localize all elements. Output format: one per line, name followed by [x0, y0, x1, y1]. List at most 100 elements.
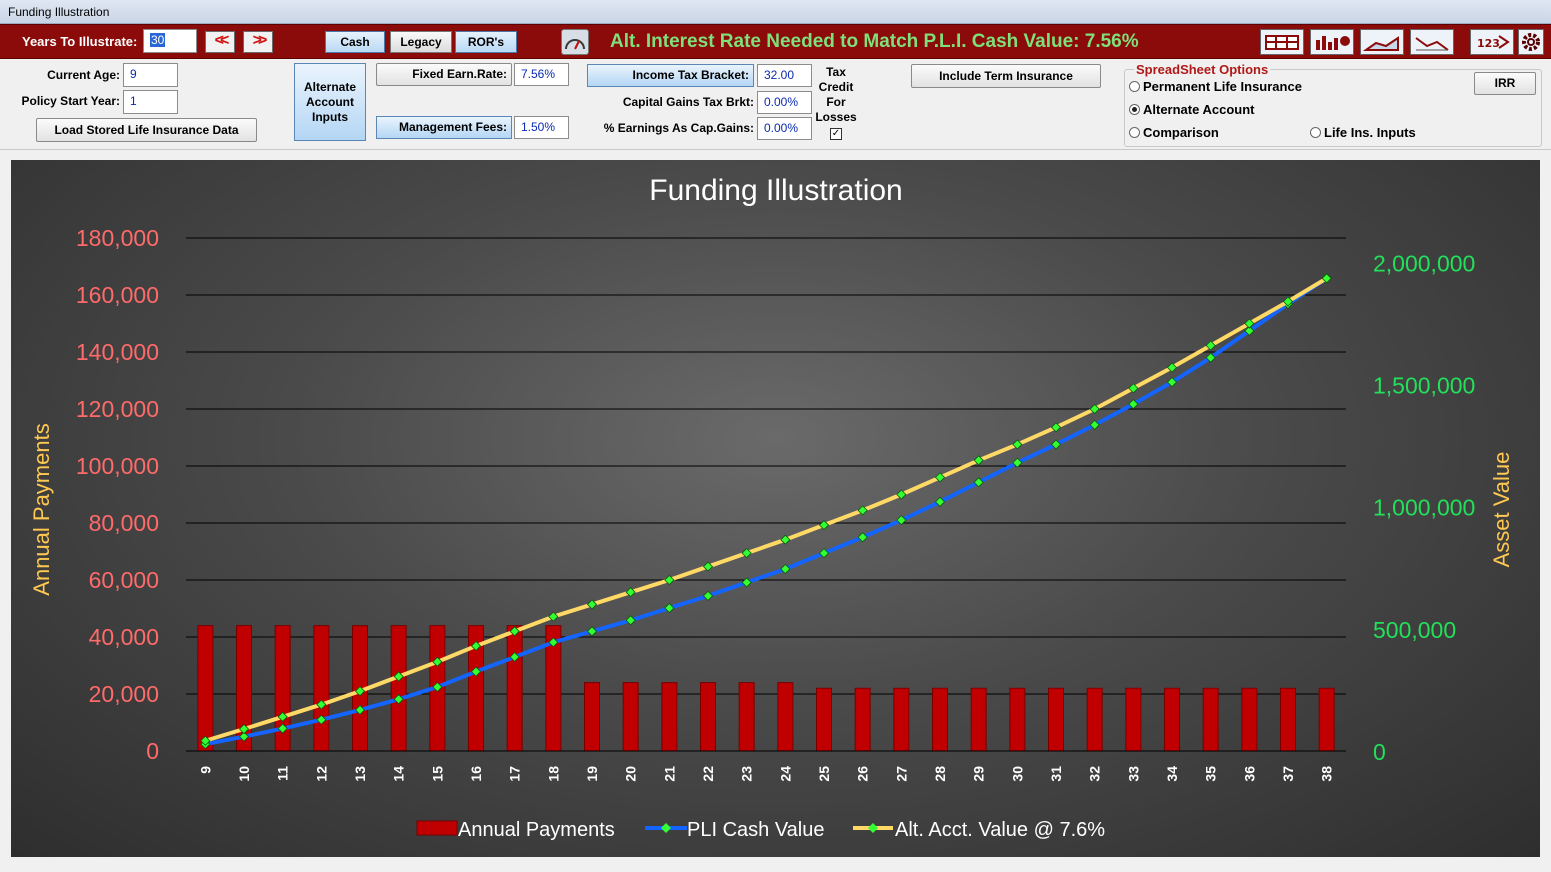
income-tax-bracket-input[interactable]: 32.00	[757, 64, 812, 87]
capital-gains-tax-input[interactable]: 0.00%	[757, 91, 812, 114]
left-axis-tick-label: 180,000	[76, 225, 159, 251]
annual-payment-bar	[932, 687, 948, 752]
radio-alternate-account[interactable]: Alternate Account	[1129, 102, 1254, 117]
gauge-icon-button[interactable]	[561, 29, 589, 55]
annual-payment-bar	[197, 625, 214, 752]
input-panel: Current Age: 9 Policy Start Year: 1 Load…	[0, 60, 1551, 150]
years-to-illustrate-input[interactable]: 30	[143, 29, 197, 53]
x-axis-tick-label: 25	[816, 766, 832, 782]
management-fees-button[interactable]: Management Fees:	[376, 116, 512, 139]
right-axis-tick-label: 1,000,000	[1373, 495, 1475, 521]
x-axis-tick-label: 26	[855, 766, 871, 782]
annual-payment-bar	[390, 625, 407, 752]
radio-selected-icon	[1129, 104, 1140, 115]
annual-payment-bar	[777, 682, 794, 752]
policy-start-year-input[interactable]: 1	[123, 90, 178, 114]
annual-payment-bar	[1280, 687, 1296, 752]
line-chart-view-button[interactable]	[1410, 29, 1454, 55]
cash-button[interactable]: Cash	[325, 31, 385, 53]
left-axis-title: Annual Payments	[29, 423, 54, 595]
number-format-button[interactable]: 123	[1470, 29, 1514, 55]
tax-credit-checkbox[interactable]: ✓	[830, 128, 842, 140]
x-axis-tick-label: 38	[1319, 766, 1335, 782]
legacy-button[interactable]: Legacy	[390, 31, 452, 53]
legend-label: PLI Cash Value	[687, 819, 825, 841]
x-axis-tick-label: 12	[313, 766, 329, 782]
gear-icon	[1522, 33, 1540, 51]
current-age-input[interactable]: 9	[123, 63, 178, 87]
fixed-earn-rate-input[interactable]: 7.56%	[514, 63, 569, 86]
left-axis-tick-label: 20,000	[89, 681, 159, 707]
left-axis-tick-label: 160,000	[76, 282, 159, 308]
x-axis-tick-label: 13	[352, 766, 368, 782]
x-axis-tick-label: 30	[1009, 766, 1025, 782]
annual-payment-bar	[313, 625, 330, 752]
spreadsheet-view-button[interactable]	[1260, 29, 1304, 55]
x-axis-tick-label: 9	[197, 766, 213, 774]
area-chart-icon	[1362, 36, 1399, 51]
right-axis-tick-label: 2,000,000	[1373, 250, 1475, 276]
left-axis-tick-label: 60,000	[89, 567, 159, 593]
years-decrease-button[interactable]: <<	[205, 31, 235, 53]
years-to-illustrate-label: Years To Illustrate:	[22, 34, 138, 49]
radio-permanent-life-insurance[interactable]: Permanent Life Insurance	[1129, 79, 1302, 94]
tax-credit-label: Tax Credit For Losses	[815, 65, 857, 124]
alt-interest-rate-text: Alt. Interest Rate Needed to Match P.L.I…	[610, 31, 1139, 52]
top-control-bar: Years To Illustrate: 30 << >> Cash Legac…	[0, 24, 1551, 59]
include-term-insurance-button[interactable]: Include Term Insurance	[911, 64, 1101, 88]
legend-pli-marker	[661, 823, 671, 833]
bar-chart-icon	[1316, 36, 1350, 50]
x-axis-tick-label: 28	[932, 766, 948, 782]
x-axis-tick-label: 34	[1164, 766, 1180, 782]
legend-bar-swatch	[416, 820, 458, 836]
rors-button[interactable]: ROR's	[455, 31, 517, 53]
chart-title: Funding Illustration	[649, 174, 902, 207]
line-chart-icon	[1415, 37, 1449, 51]
funding-chart-area: Funding Illustration 0 20,000 40,000 60,000 8…	[11, 160, 1540, 857]
management-fees-input[interactable]: 1.50%	[514, 116, 569, 139]
fixed-earn-rate-button[interactable]: Fixed Earn.Rate:	[376, 63, 512, 86]
right-axis-tick-label: 0	[1373, 739, 1386, 765]
window-title-bar: Funding Illustration	[0, 0, 1551, 24]
income-tax-bracket-button[interactable]: Income Tax Bracket:	[587, 64, 754, 87]
gauge-icon	[565, 39, 585, 50]
radio-life-ins-inputs[interactable]: Life Ins. Inputs	[1310, 125, 1416, 140]
policy-start-year-label: Policy Start Year:	[21, 94, 121, 108]
legend-label: Alt. Acct. Value @ 7.6%	[895, 819, 1105, 841]
x-axis-tick-label: 20	[623, 766, 639, 782]
annual-payment-bar	[1009, 687, 1026, 752]
radio-icon	[1129, 81, 1140, 92]
right-axis-tick-label: 500,000	[1373, 617, 1456, 643]
radio-comparison[interactable]: Comparison	[1129, 125, 1219, 140]
annual-payment-bar	[661, 682, 678, 752]
years-increase-button[interactable]: >>	[243, 31, 273, 53]
x-axis-tick-label: 27	[893, 766, 909, 782]
annual-payment-bar	[893, 687, 910, 752]
area-chart-view-button[interactable]	[1360, 29, 1404, 55]
x-axis-tick-label: 24	[777, 766, 793, 782]
capital-gains-tax-label: Capital Gains Tax Brkt:	[622, 95, 754, 109]
bar-chart-view-button[interactable]	[1310, 29, 1354, 55]
pli-cash-value-line	[204, 276, 1328, 747]
annual-payment-bar	[1048, 687, 1064, 752]
pli-cash-value-marker	[625, 615, 636, 626]
alternate-account-inputs-button[interactable]: Alternate Account Inputs	[294, 63, 366, 141]
pli-cash-value-marker	[586, 626, 598, 637]
irr-button[interactable]: IRR	[1474, 72, 1536, 95]
settings-button[interactable]	[1518, 29, 1544, 55]
tax-credit-group: Tax Credit For Losses ✓	[812, 65, 860, 140]
x-axis-tick-label: 23	[739, 766, 755, 782]
svg-text:123: 123	[1477, 37, 1500, 50]
annual-payment-bar	[738, 682, 755, 752]
load-stored-life-insurance-button[interactable]: Load Stored Life Insurance Data	[36, 118, 257, 142]
x-axis-tick-label: 17	[507, 766, 523, 782]
earnings-cap-gains-input[interactable]: 0.00%	[757, 117, 812, 140]
annual-payment-bar	[970, 687, 987, 752]
x-axis-tick-label: 10	[236, 766, 252, 782]
annual-payment-bar	[1086, 687, 1103, 752]
annual-payment-bar	[506, 625, 523, 752]
annual-payment-bar	[1241, 687, 1258, 752]
x-axis-tick-label: 14	[391, 766, 407, 782]
x-axis-tick-label: 31	[1048, 766, 1064, 782]
annual-payment-bar	[622, 682, 639, 752]
